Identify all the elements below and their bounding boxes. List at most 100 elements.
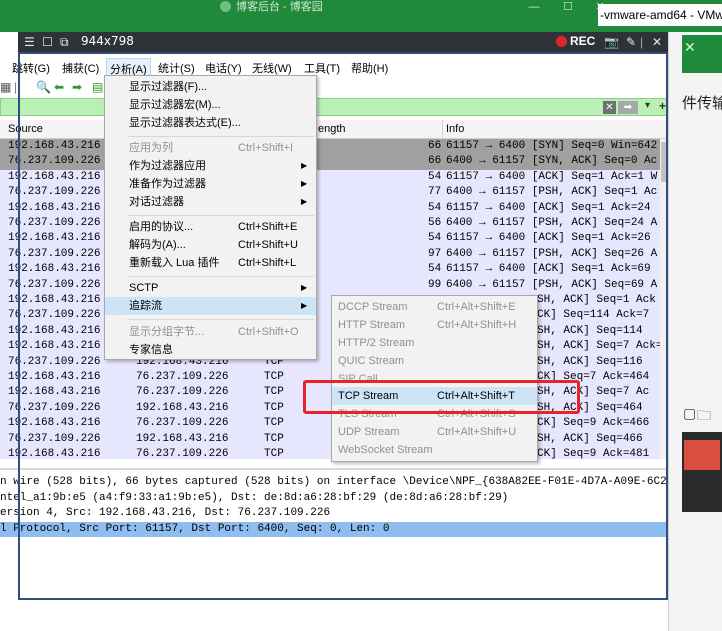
maximize-button[interactable]: ☐: [556, 0, 580, 14]
column-info[interactable]: Info: [446, 123, 464, 135]
menu-item-display-filter-expression[interactable]: 显示过滤器表达式(E)...: [105, 114, 316, 132]
table-row[interactable]: 192.168.43.216 54 61157 → 6400 [ACK] Seq=1…: [0, 231, 660, 247]
menu-capture[interactable]: 捕获(C): [62, 60, 99, 76]
table-row[interactable]: 192.168.43.216 SH, ACK] Seq=114: [0, 323, 660, 340]
menu-go[interactable]: 跳转(G): [12, 60, 50, 76]
menu-tools[interactable]: 工具(T): [304, 60, 340, 76]
close-icon[interactable]: ✕: [652, 35, 662, 49]
detail-row[interactable]: n wire (528 bits), 66 bytes captured (52…: [0, 475, 668, 491]
folder-icon[interactable]: 🗀: [697, 405, 711, 429]
column-length[interactable]: ength: [318, 123, 346, 135]
table-row[interactable]: 192.168.43.216 SH, ACK] Seq=1 Ack: [0, 293, 660, 309]
packet-details-pane[interactable]: n wire (528 bits), 66 bytes captured (52…: [0, 468, 668, 631]
menu-item-prepare-as-filter[interactable]: 准备作为过滤器 ▶: [105, 175, 316, 193]
screen-recorder-bar: ☰ ☐ ⧉ 944x798 REC 📷 ✎ | ✕: [18, 32, 668, 52]
background-thumbnail-image: [684, 440, 720, 470]
table-row[interactable]: 192.168.43.216 76.237.109.226 TCP CK] Seq=9…: [0, 447, 660, 459]
packet-list-header: Source ength Info: [0, 120, 668, 139]
separator-icon: |: [14, 80, 18, 94]
go-back-icon[interactable]: ⬅: [54, 80, 64, 94]
table-row[interactable]: 76.237.109.226 192.168.43.216 TCP SH, ACK] …: [0, 354, 660, 370]
table-row[interactable]: 192.168.43.216 66 61157 → 6400 [SYN] Seq=0…: [0, 139, 660, 155]
pen-icon[interactable]: ✎: [626, 35, 636, 49]
find-packet-icon[interactable]: 🔍: [36, 80, 51, 94]
submenu-item-http2-stream[interactable]: HTTP/2 Stream: [332, 334, 537, 352]
submenu-item-websocket-stream[interactable]: WebSocket Stream: [332, 441, 537, 459]
table-row[interactable]: 192.168.43.216SH, ACK] Seq=7 Ack=116: [0, 339, 660, 355]
packet-list[interactable]: 192.168.43.216 66 61157 → 6400 [SYN] Seq=0…: [0, 139, 660, 459]
table-row[interactable]: 192.168.43.216 76.237.109.226 TCP CK] Seq=7…: [0, 370, 660, 386]
region-icon[interactable]: ⧉: [60, 35, 69, 49]
detail-row-selected[interactable]: l Protocol, Src Port: 61157, Dst Port: 6…: [0, 521, 668, 537]
camera-icon[interactable]: 📷: [604, 35, 619, 49]
background-page-panel: [668, 32, 722, 631]
submenu-item-tls-stream[interactable]: TLS Stream Ctrl+Alt+Shift+S: [332, 405, 537, 423]
submenu-item-http-stream[interactable]: HTTP Stream Ctrl+Alt+Shift+H: [332, 316, 537, 334]
table-row[interactable]: 76.237.109.226 CK] Seq=114 Ack=7: [0, 308, 660, 324]
detail-row[interactable]: ntel_a1:9b:e5 (a4:f9:33:a1:9b:e5), Dst: …: [0, 491, 668, 507]
submenu-item-tcp-stream[interactable]: TCP Stream Ctrl+Alt+Shift+T: [332, 387, 537, 405]
apply-filter-icon[interactable]: ➡: [618, 101, 638, 114]
chevron-right-icon: ▶: [301, 179, 308, 188]
menu-wireless[interactable]: 无线(W): [252, 60, 292, 76]
follow-stream-submenu: DCCP Stream Ctrl+Alt+Shift+E HTTP Stream C…: [331, 295, 538, 462]
table-row[interactable]: 76.237.109.226 66 6400 → 61157 [SYN, ACK] …: [0, 154, 660, 170]
chevron-right-icon: ▶: [301, 161, 308, 170]
menu-item-decode-as[interactable]: 解码为(A)... Ctrl+Shift+U: [105, 236, 316, 254]
menu-separator: [127, 136, 314, 137]
menu-item-follow-stream[interactable]: 追踪流 ▶: [105, 297, 316, 315]
table-row[interactable]: 192.168.43.216 54 61157 → 6400 [ACK] Seq=1…: [0, 169, 660, 186]
add-filter-button-icon[interactable]: +: [659, 99, 666, 113]
submenu-item-dccp-stream[interactable]: DCCP Stream Ctrl+Alt+Shift+E: [332, 298, 537, 316]
submenu-item-sip-call[interactable]: SIP Call: [332, 370, 537, 388]
table-row[interactable]: 192.168.43.216 54 61157 → 6400 [ACK] Seq=1…: [0, 262, 660, 278]
menu-icon[interactable]: ☰: [24, 35, 35, 49]
column-source[interactable]: Source: [8, 123, 43, 135]
background-window-title: 博客后台 - 博客园: [236, 1, 323, 13]
menu-item-apply-as-filter[interactable]: 作为过滤器应用 ▶: [105, 157, 316, 175]
document-icon[interactable]: ▢: [683, 405, 696, 422]
menu-item-expert-info[interactable]: 专家信息: [105, 341, 316, 359]
crop-icon[interactable]: ☐: [42, 35, 53, 49]
menu-separator: [127, 319, 314, 320]
recording-size: 944x798: [81, 34, 134, 48]
minimize-button[interactable]: —: [522, 0, 546, 14]
display-filter-bar[interactable]: ✕ ➡ ▾ +: [0, 98, 668, 116]
go-forward-icon[interactable]: ➡: [72, 80, 82, 94]
table-row[interactable]: 76.237.109.226 97 6400 → 61157 [PSH, ACK] …: [0, 246, 660, 263]
menu-item-reload-lua[interactable]: 重新载入 Lua 插件 Ctrl+Shift+L: [105, 254, 316, 272]
table-row[interactable]: 192.168.43.216 76.237.109.226 TCP SH, ACK] …: [0, 385, 660, 401]
table-row[interactable]: 192.168.43.216 76.237.109.226 TCP CK] Seq=9…: [0, 416, 660, 432]
menu-item-show-packet-bytes[interactable]: 显示分组字节... Ctrl+Shift+O: [105, 323, 316, 341]
menu-item-display-filter-macros[interactable]: 显示过滤器宏(M)...: [105, 96, 316, 114]
table-row[interactable]: 192.168.43.216 54 61157 → 6400 [ACK] Seq=1…: [0, 200, 660, 216]
column-separator[interactable]: [442, 120, 443, 139]
filter-dropdown-icon[interactable]: ▾: [645, 100, 650, 111]
table-row[interactable]: 76.237.109.226 99 6400 → 61157 [PSH, ACK] …: [0, 277, 660, 293]
menu-item-enabled-protocols[interactable]: 启用的协议... Ctrl+Shift+E: [105, 218, 316, 236]
menu-help[interactable]: 帮助(H): [351, 60, 388, 76]
submenu-item-quic-stream[interactable]: QUIC Stream: [332, 352, 537, 370]
table-row[interactable]: 76.237.109.226 56 6400 → 61157 [PSH, ACK] …: [0, 216, 660, 232]
table-row[interactable]: 76.237.109.226 192.168.43.216 TCP SH, ACK] …: [0, 400, 660, 417]
close-icon[interactable]: ✕: [684, 39, 696, 56]
browser-favicon-icon: [220, 1, 231, 12]
detail-row[interactable]: ersion 4, Src: 192.168.43.216, Dst: 76.2…: [0, 506, 668, 522]
go-to-packet-icon[interactable]: ▤: [92, 80, 103, 94]
menu-item-display-filters[interactable]: 显示过滤器(F)...: [105, 78, 316, 96]
packet-list-scrollbar[interactable]: [660, 139, 668, 459]
record-dot-icon[interactable]: [556, 36, 567, 47]
scrollbar-thumb[interactable]: [661, 142, 667, 182]
table-row[interactable]: 76.237.109.226 192.168.43.216 TCP SH, ACK] …: [0, 431, 660, 447]
menu-item-sctp[interactable]: SCTP ▶: [105, 279, 316, 297]
options-icon[interactable]: ▦: [0, 80, 11, 94]
menu-statistics[interactable]: 统计(S): [158, 60, 195, 76]
table-row[interactable]: 76.237.109.226 77 6400 → 61157 [PSH, ACK] …: [0, 185, 660, 201]
menu-item-conversation-filter[interactable]: 对话过滤器 ▶: [105, 193, 316, 211]
menu-telephony[interactable]: 电话(Y): [205, 60, 242, 76]
record-button[interactable]: REC: [570, 34, 595, 48]
clear-filter-icon[interactable]: ✕: [603, 101, 616, 114]
submenu-item-udp-stream[interactable]: UDP Stream Ctrl+Alt+Shift+U: [332, 423, 537, 441]
menu-item-apply-as-column[interactable]: 应用为列 Ctrl+Shift+I: [105, 139, 316, 157]
vmware-window-title[interactable]: -vmware-amd64 - VMwar: [598, 4, 722, 26]
